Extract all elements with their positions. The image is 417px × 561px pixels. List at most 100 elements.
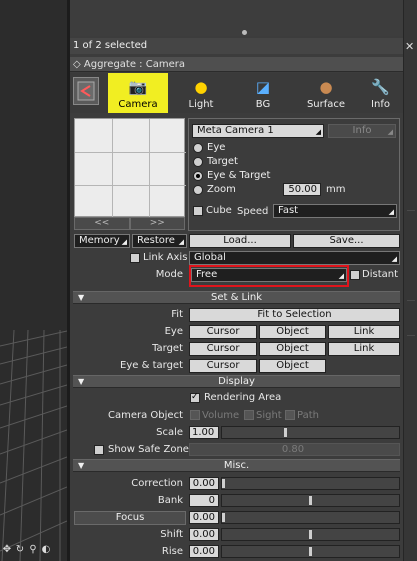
wrench-info-icon: 🔧 <box>371 78 390 96</box>
move-icon[interactable]: ✥ <box>1 544 13 556</box>
3d-viewport[interactable]: ✥ ↻ ⚲ ◐ <box>0 0 67 561</box>
camera-select[interactable]: Meta Camera 1 ◢ <box>192 124 324 138</box>
rise-value-field[interactable]: 0.00 <box>189 545 219 558</box>
radio-zoom[interactable]: Zoom <box>193 184 236 196</box>
eye-target-object-button[interactable]: Object <box>259 359 326 373</box>
eye-link-button[interactable]: Link <box>328 325 400 339</box>
save-button[interactable]: Save... <box>293 234 400 248</box>
tab-camera[interactable]: 📷 Camera <box>108 73 168 113</box>
collapse-triangle-icon: ▼ <box>78 461 85 470</box>
close-icon[interactable]: ✕ <box>405 40 414 53</box>
scale-slider[interactable] <box>221 426 400 439</box>
info-dropdown[interactable]: Info ◢ <box>328 124 396 138</box>
correction-value-field[interactable]: 0.00 <box>189 477 219 490</box>
link-axis-label: Link Axis <box>143 252 188 263</box>
tab-info[interactable]: 🔧 Info <box>358 73 403 113</box>
focus-value-field[interactable]: 0.00 <box>189 511 219 524</box>
volume-label: Volume <box>202 410 240 421</box>
collapse-triangle-icon: ▼ <box>78 377 85 386</box>
target-link-button[interactable]: Link <box>328 342 400 356</box>
rendering-area-checkbox[interactable] <box>190 392 200 403</box>
collapse-arrows-icon[interactable]: ◇ <box>73 59 84 70</box>
radio-zoom-dot <box>193 185 203 195</box>
speed-select[interactable]: Fast ◢ <box>273 204 397 218</box>
viewport-toolbar: ✥ ↻ ⚲ ◐ <box>0 542 67 558</box>
sight-label: Sight <box>256 410 282 421</box>
orbit-icon[interactable]: ◐ <box>40 544 52 556</box>
back-icon[interactable] <box>73 77 99 105</box>
preview-next-button[interactable]: >> <box>129 217 185 230</box>
path-label: Path <box>297 410 319 421</box>
bank-slider-knob[interactable] <box>309 496 312 505</box>
focus-button[interactable]: Focus <box>74 511 186 525</box>
bank-value-field[interactable]: 0 <box>189 494 219 507</box>
scale-label: Scale <box>156 427 183 438</box>
load-button[interactable]: Load... <box>189 234 291 248</box>
rise-slider[interactable] <box>221 545 400 558</box>
tab-surface[interactable]: ● Surface <box>296 73 356 113</box>
shift-slider[interactable] <box>221 528 400 541</box>
shift-slider-knob[interactable] <box>309 530 312 539</box>
light-bulb-icon: ● <box>194 78 208 96</box>
link-axis-checkbox[interactable] <box>130 253 140 263</box>
restore-dropdown[interactable]: Restore ◢ <box>132 234 187 248</box>
correction-slider[interactable] <box>221 477 400 490</box>
path-checkbox <box>285 410 295 420</box>
bank-slider[interactable] <box>221 494 400 507</box>
resize-handle[interactable] <box>242 30 247 35</box>
focus-slider-knob[interactable] <box>222 513 225 522</box>
info-dropdown-label: Info <box>352 125 372 136</box>
zoom-value-field[interactable]: 50.00 <box>283 183 321 196</box>
preview-prev-button[interactable]: << <box>74 217 130 230</box>
scale-value-field[interactable]: 1.00 <box>189 426 219 439</box>
shift-value-field[interactable]: 0.00 <box>189 528 219 541</box>
link-axis-select[interactable]: Global ◢ <box>189 251 400 265</box>
mode-label: Mode <box>155 269 183 280</box>
radio-eye[interactable]: Eye <box>193 142 225 154</box>
sight-checkbox <box>244 410 254 420</box>
show-safe-zone-checkbox[interactable] <box>94 445 104 455</box>
speed-label: Speed <box>237 206 269 217</box>
eye-target-cursor-button[interactable]: Cursor <box>189 359 257 373</box>
zoom-icon[interactable]: ⚲ <box>27 544 39 556</box>
radio-target[interactable]: Target <box>193 156 238 168</box>
cube-checkbox[interactable] <box>193 206 203 216</box>
rotate-icon[interactable]: ↻ <box>14 544 26 556</box>
correction-label: Correction <box>131 478 183 489</box>
selection-status: 1 of 2 selected <box>70 38 403 54</box>
radio-zoom-label: Zoom <box>207 184 236 195</box>
tab-bg[interactable]: ◪ BG <box>233 73 293 113</box>
tab-camera-label: Camera <box>118 99 158 110</box>
zoom-unit: mm <box>326 184 346 195</box>
tab-info-label: Info <box>371 99 390 110</box>
rendering-area-label: Rendering Area <box>204 392 282 403</box>
tab-light[interactable]: ● Light <box>171 73 231 113</box>
section-misc[interactable]: ▼ Misc. <box>73 459 400 472</box>
camera-settings-box: Meta Camera 1 ◢ Info ◢ Eye Target Eye & … <box>188 118 400 231</box>
focus-slider[interactable] <box>221 511 400 524</box>
distant-checkbox[interactable] <box>350 270 360 280</box>
scale-slider-knob[interactable] <box>284 428 287 437</box>
distant-label: Distant <box>362 269 398 280</box>
section-set-link[interactable]: ▼ Set & Link <box>73 291 400 304</box>
eye-object-button[interactable]: Object <box>259 325 326 339</box>
correction-slider-knob[interactable] <box>222 479 225 488</box>
radio-eye-target[interactable]: Eye & Target <box>193 170 270 182</box>
panel-scrollbar[interactable] <box>403 0 417 561</box>
background-icon: ◪ <box>255 78 271 96</box>
surface-sphere-icon: ● <box>319 78 333 96</box>
section-display-title: Display <box>218 376 255 387</box>
tab-light-label: Light <box>188 99 214 110</box>
rise-slider-knob[interactable] <box>309 547 312 556</box>
tab-bg-label: BG <box>255 99 271 110</box>
eye-cursor-button[interactable]: Cursor <box>189 325 257 339</box>
target-object-button[interactable]: Object <box>259 342 326 356</box>
aggregate-title: Aggregate : Camera <box>83 59 185 70</box>
memory-label: Memory <box>79 235 120 246</box>
section-display[interactable]: ▼ Display <box>73 375 400 388</box>
memory-dropdown[interactable]: Memory ◢ <box>74 234 130 248</box>
dropdown-arrow-icon: ◢ <box>121 238 127 246</box>
fit-to-selection-button[interactable]: Fit to Selection <box>189 308 400 322</box>
target-cursor-button[interactable]: Cursor <box>189 342 257 356</box>
eye-target-row-label: Eye & target <box>120 360 183 371</box>
